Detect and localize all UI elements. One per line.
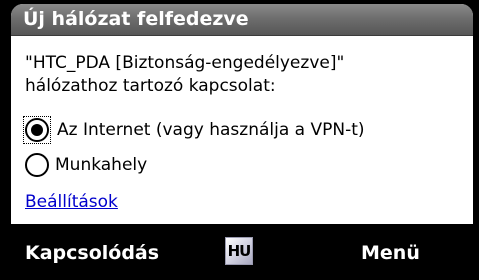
radio-option-work[interactable]: Munkahely — [25, 150, 147, 180]
input-language-label: HU — [227, 242, 252, 260]
message-line-2: hálózathoz tartozó kapcsolat: — [25, 76, 276, 96]
radio-label-work: Munkahely — [55, 155, 148, 175]
dialog-message: "HTC_PDA [Biztonság-engedélyezve]" hálóz… — [25, 52, 465, 98]
radio-button-internet[interactable] — [25, 118, 49, 142]
radio-label-internet: Az Internet (vagy használja a VPN-t) — [57, 120, 365, 140]
message-line-1: "HTC_PDA [Biztonság-engedélyezve]" — [25, 53, 345, 73]
network-dialog: Új hálózat felfedezve "HTC_PDA [Biztonsá… — [9, 2, 475, 226]
radio-option-internet[interactable]: Az Internet (vagy használja a VPN-t) — [23, 115, 365, 145]
softkey-bar: Kapcsolódás HU Menü — [0, 228, 479, 280]
input-language-indicator[interactable]: HU — [225, 237, 253, 265]
dialog-title: Új hálózat felfedezve — [23, 8, 249, 30]
connect-softkey[interactable]: Kapcsolódás — [25, 242, 159, 264]
dialog-titlebar: Új hálózat felfedezve — [11, 4, 473, 36]
menu-softkey[interactable]: Menü — [361, 242, 420, 264]
settings-link[interactable]: Beállítások — [25, 192, 118, 212]
radio-button-work[interactable] — [25, 153, 49, 177]
radio-focus-outline — [23, 116, 51, 144]
